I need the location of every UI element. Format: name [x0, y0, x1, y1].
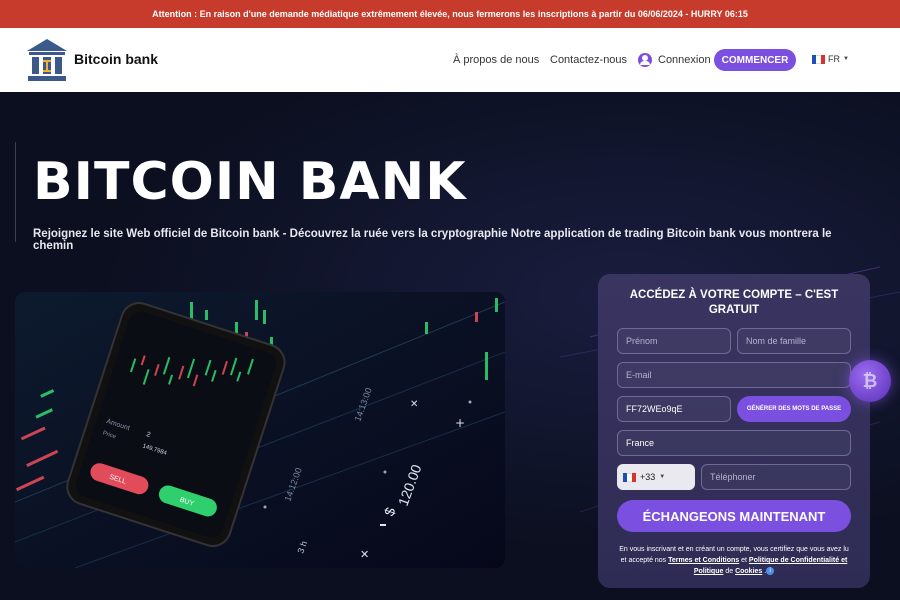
info-icon[interactable]: i — [766, 567, 775, 576]
start-button[interactable]: COMMENCER — [714, 49, 796, 71]
email-input[interactable] — [617, 362, 851, 388]
nav-link-about[interactable]: À propos de nous — [453, 54, 539, 66]
cookies-link[interactable]: Cookies — [735, 568, 762, 575]
plus-icon: + — [455, 416, 465, 430]
form-disclaimer: En vous inscrivant et en créant un compt… — [616, 544, 852, 577]
plus-icon-2: ✕ — [360, 548, 369, 561]
signup-form: ACCÉDEZ À VOTRE COMPTE – C'EST GRATUIT G… — [598, 274, 870, 588]
header: Bitcoin bank À propos de nous Contactez-… — [0, 28, 900, 92]
alert-text: Attention : En raison d'une demande médi… — [152, 9, 748, 19]
bitcoin-coin-icon: ₿ — [849, 360, 891, 402]
user-icon[interactable] — [638, 53, 652, 67]
nav-link-login[interactable]: Connexion — [658, 54, 711, 66]
nav-link-contact[interactable]: Contactez-nous — [550, 54, 627, 66]
chevron-down-icon: ▼ — [843, 56, 849, 62]
disclaimer-and: et — [739, 557, 749, 564]
grid-mark-icon: ✕ — [410, 399, 418, 410]
bank-logo-icon[interactable] — [26, 38, 68, 82]
france-flag-icon — [812, 54, 825, 64]
country-input[interactable] — [617, 430, 851, 456]
chevron-down-icon: ▼ — [659, 474, 666, 480]
phone-code-value: +33 — [640, 472, 656, 482]
alert-banner: Attention : En raison d'une demande médi… — [0, 0, 900, 28]
password-input[interactable] — [617, 396, 731, 422]
logo-text[interactable]: Bitcoin bank — [74, 51, 158, 67]
terms-link[interactable]: Termes et Conditions — [668, 557, 739, 564]
last-name-input[interactable] — [737, 328, 851, 354]
phone-code-selector[interactable]: +33 ▼ — [617, 464, 695, 490]
first-name-input[interactable] — [617, 328, 731, 354]
trading-app-image: Amount 2 Price 149.7984 SELL BUY 14:13:0… — [15, 292, 505, 568]
generate-password-button[interactable]: GÉNÉRER DES MOTS DE PASSE — [737, 396, 851, 422]
hero-title: BITCOIN BANK — [33, 152, 467, 212]
language-label: FR — [828, 54, 840, 64]
france-flag-icon — [623, 472, 636, 482]
form-title: ACCÉDEZ À VOTRE COMPTE – C'EST GRATUIT — [629, 289, 839, 316]
hero-subtitle: Rejoignez le site Web officiel de Bitcoi… — [33, 228, 832, 252]
submit-button[interactable]: ÉCHANGEONS MAINTENANT — [617, 500, 851, 532]
language-selector[interactable]: FR ▼ — [812, 54, 849, 64]
trading-chart-illustration: Amount 2 Price 149.7984 SELL BUY 14:13:0… — [15, 292, 505, 568]
hero-divider — [15, 142, 16, 242]
hero-section: BITCOIN BANK Rejoignez le site Web offic… — [0, 92, 900, 600]
disclaimer-de: de — [723, 568, 736, 575]
phone-input[interactable] — [701, 464, 851, 490]
